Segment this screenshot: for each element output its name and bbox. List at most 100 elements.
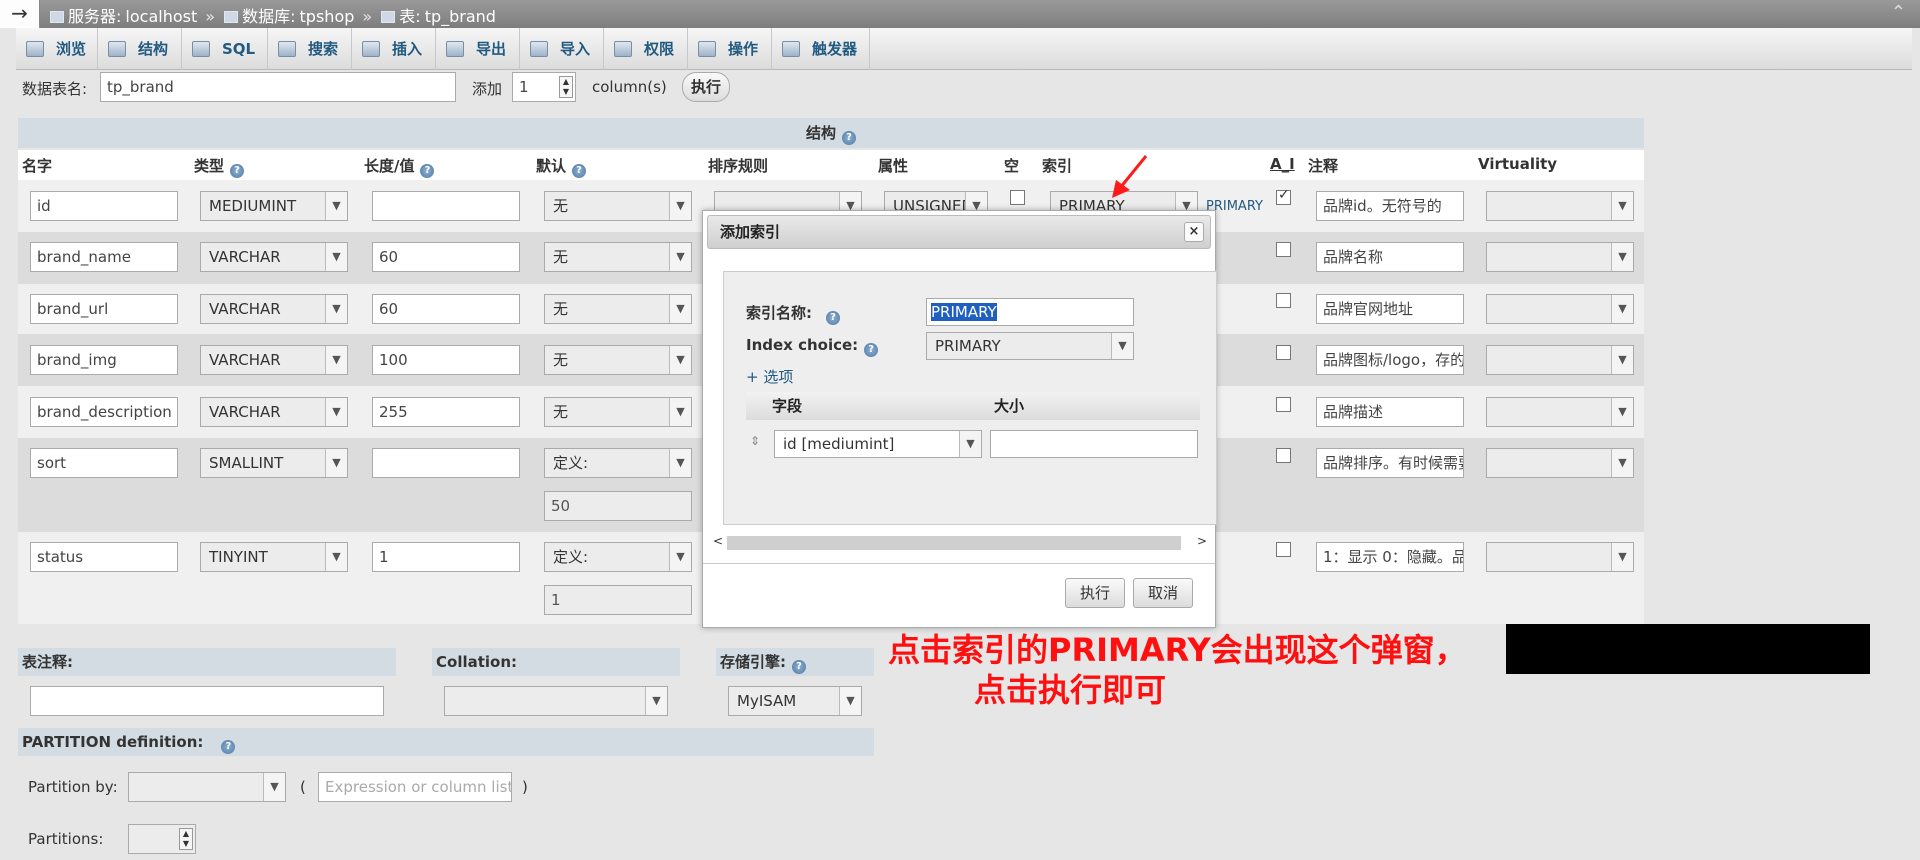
- column-comment-input[interactable]: 品牌官网地址: [1316, 294, 1464, 324]
- drag-handle-icon[interactable]: ⇕: [750, 434, 760, 448]
- breadcrumb-db[interactable]: tpshop: [300, 7, 355, 26]
- column-type-select[interactable]: VARCHAR ▼: [200, 242, 348, 272]
- column-ai-checkbox[interactable]: [1276, 542, 1291, 557]
- column-ai-checkbox[interactable]: [1276, 448, 1291, 463]
- index-choice-select[interactable]: PRIMARY ▼: [926, 332, 1134, 360]
- column-default-value-input[interactable]: 50: [544, 491, 692, 521]
- spinner-icon[interactable]: ▲ ▼: [559, 76, 573, 98]
- storage-engine-select[interactable]: MyISAM ▼: [728, 686, 862, 716]
- tab-import[interactable]: 导入: [520, 28, 604, 70]
- column-type-select[interactable]: VARCHAR ▼: [200, 397, 348, 427]
- tab-triggers[interactable]: 触发器: [772, 28, 870, 70]
- column-virtuality-select[interactable]: ▼: [1486, 397, 1634, 427]
- column-type-select[interactable]: MEDIUMINT ▼: [200, 191, 348, 221]
- tab-search[interactable]: 搜索: [268, 28, 352, 70]
- column-ai-checkbox[interactable]: [1276, 397, 1291, 412]
- column-ai-checkbox[interactable]: [1276, 345, 1291, 360]
- column-comment-input[interactable]: 品牌排序。有时候需要: [1316, 448, 1464, 478]
- column-type-select[interactable]: SMALLINT ▼: [200, 448, 348, 478]
- scrollbar-track[interactable]: [727, 536, 1181, 550]
- column-length-input[interactable]: 1: [372, 542, 520, 572]
- column-ai-checkbox[interactable]: [1276, 242, 1291, 257]
- add-column-count-input[interactable]: 1 ▲ ▼: [512, 72, 576, 102]
- column-ai-checkbox[interactable]: [1276, 293, 1291, 308]
- horizontal-scrollbar[interactable]: < >: [713, 534, 1213, 552]
- column-comment-input[interactable]: 品牌id。无符号的: [1316, 191, 1464, 221]
- tab-browse[interactable]: 浏览: [16, 28, 98, 70]
- options-link[interactable]: + 选项: [746, 366, 793, 387]
- column-name-input[interactable]: brand_url: [30, 294, 178, 324]
- tab-insert[interactable]: 插入: [352, 28, 436, 70]
- breadcrumb-server[interactable]: localhost: [125, 7, 197, 26]
- column-default-select[interactable]: 定义: ▼: [544, 542, 692, 572]
- column-ai-checkbox[interactable]: [1276, 187, 1291, 205]
- column-default-select[interactable]: 无 ▼: [544, 294, 692, 324]
- column-virtuality-select[interactable]: ▼: [1486, 448, 1634, 478]
- spinner-icon[interactable]: ▲ ▼: [179, 828, 193, 850]
- column-length-input[interactable]: [372, 191, 520, 221]
- column-comment-input[interactable]: 1：显示 0：隐藏。品: [1316, 542, 1464, 572]
- column-comment-input[interactable]: 品牌描述: [1316, 397, 1464, 427]
- tab-structure[interactable]: 结构: [98, 28, 182, 70]
- column-comment-input[interactable]: 品牌名称: [1316, 242, 1464, 272]
- column-null-checkbox[interactable]: [1010, 190, 1025, 205]
- tab-export[interactable]: 导出: [436, 28, 520, 70]
- scroll-right-icon[interactable]: >: [1197, 534, 1207, 548]
- help-icon[interactable]: ?: [572, 164, 587, 178]
- column-length-input[interactable]: 60: [372, 242, 520, 272]
- help-icon[interactable]: ?: [420, 164, 435, 178]
- column-virtuality-select[interactable]: ▼: [1486, 345, 1634, 375]
- column-name-input[interactable]: brand_description: [30, 397, 178, 427]
- column-type-select[interactable]: TINYINT ▼: [200, 542, 348, 572]
- column-name-input[interactable]: brand_name: [30, 242, 178, 272]
- column-length-input[interactable]: 60: [372, 294, 520, 324]
- column-comment-input[interactable]: 品牌图标/logo，存的是: [1316, 345, 1464, 375]
- column-length-input[interactable]: 255: [372, 397, 520, 427]
- cancel-button[interactable]: 取消: [1133, 578, 1193, 608]
- column-type-select[interactable]: VARCHAR ▼: [200, 294, 348, 324]
- column-default-select[interactable]: 无 ▼: [544, 345, 692, 375]
- partitions-count-input[interactable]: ▲ ▼: [128, 824, 196, 854]
- column-default-select[interactable]: 定义: ▼: [544, 448, 692, 478]
- column-name-input[interactable]: status: [30, 542, 178, 572]
- help-icon[interactable]: ?: [864, 343, 879, 357]
- tab-privileges[interactable]: 权限: [604, 28, 688, 70]
- help-icon[interactable]: ?: [792, 660, 806, 674]
- add-columns-execute-button[interactable]: 执行: [682, 72, 730, 102]
- collapse-icon[interactable]: ⌃: [1891, 2, 1906, 23]
- index-field-select[interactable]: id [mediumint] ▼: [774, 430, 982, 458]
- column-name-input[interactable]: brand_img: [30, 345, 178, 375]
- tab-sql[interactable]: SQL: [182, 28, 268, 70]
- column-default-select[interactable]: 无 ▼: [544, 191, 692, 221]
- column-name-input[interactable]: id: [30, 191, 178, 221]
- table-name-input[interactable]: tp_brand: [100, 72, 456, 102]
- help-icon[interactable]: ?: [842, 131, 856, 145]
- scroll-left-icon[interactable]: <: [713, 534, 723, 548]
- index-name-input[interactable]: PRIMARY: [926, 298, 1134, 326]
- table-comment-input[interactable]: [30, 686, 384, 716]
- table-collation-select[interactable]: ▼: [444, 686, 668, 716]
- column-length-input[interactable]: [372, 448, 520, 478]
- partition-by-select[interactable]: ▼: [128, 772, 286, 802]
- column-virtuality-select[interactable]: ▼: [1486, 542, 1634, 572]
- execute-button[interactable]: 执行: [1065, 578, 1125, 608]
- operations-icon: [698, 41, 716, 57]
- close-icon[interactable]: ×: [1184, 222, 1204, 242]
- column-virtuality-select[interactable]: ▼: [1486, 242, 1634, 272]
- column-default-value-input[interactable]: 1: [544, 585, 692, 615]
- column-virtuality-select[interactable]: ▼: [1486, 294, 1634, 324]
- help-icon[interactable]: ?: [826, 311, 840, 325]
- partition-expression-input[interactable]: Expression or column list: [318, 772, 512, 802]
- column-default-select[interactable]: 无 ▼: [544, 397, 692, 427]
- help-icon[interactable]: ?: [230, 164, 245, 178]
- column-length-input[interactable]: 100: [372, 345, 520, 375]
- tab-operations[interactable]: 操作: [688, 28, 772, 70]
- breadcrumb-table[interactable]: tp_brand: [425, 7, 496, 26]
- column-type-select[interactable]: VARCHAR ▼: [200, 345, 348, 375]
- column-default-select[interactable]: 无 ▼: [544, 242, 692, 272]
- column-name-input[interactable]: sort: [30, 448, 178, 478]
- index-size-input[interactable]: [990, 430, 1198, 458]
- navigation-toggle-button[interactable]: →: [0, 0, 40, 28]
- column-virtuality-select[interactable]: ▼: [1486, 191, 1634, 221]
- help-icon[interactable]: ?: [221, 740, 236, 754]
